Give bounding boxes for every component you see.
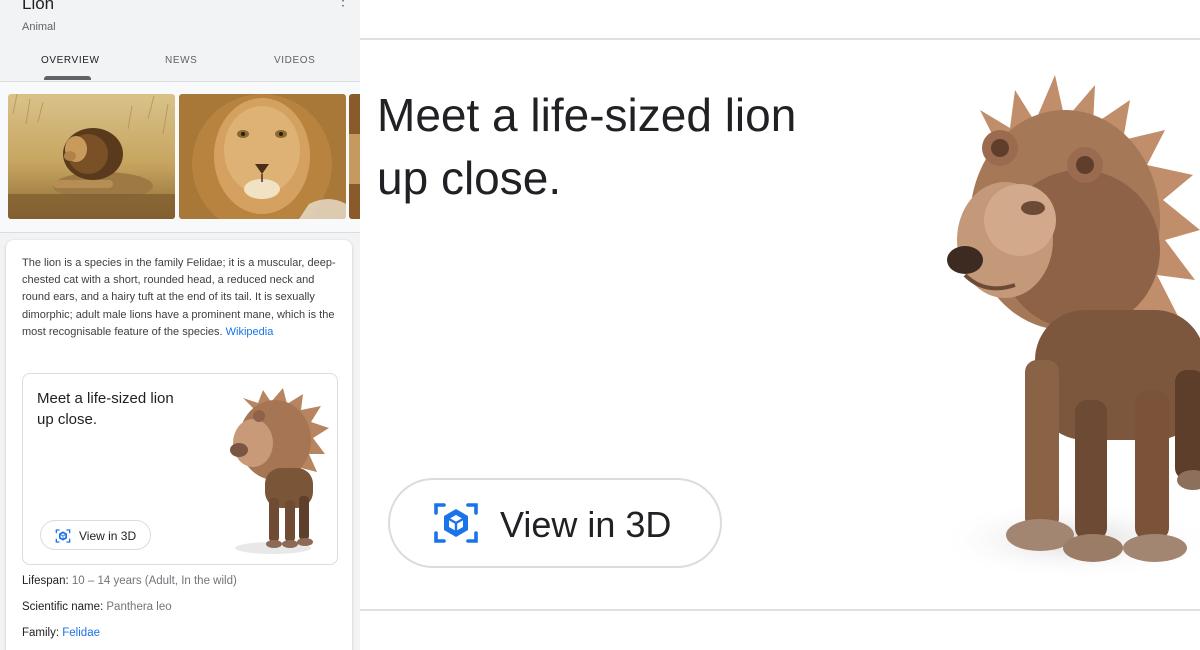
entity-title: Lion — [22, 0, 55, 13]
description-text: The lion is a species in the family Feli… — [22, 257, 336, 338]
ar-heading: Meet a life-sized lion up close. — [37, 390, 174, 428]
search-result-panel: Lion Animal ⋮ OVERVIEW NEWS VIDEOS The l… — [0, 0, 360, 650]
view-in-3d-button-large[interactable]: View in 3D — [388, 478, 722, 568]
ar-preview-card[interactable]: Meet a life-sized lion up close. View in… — [22, 373, 338, 565]
tab-selected-indicator — [44, 76, 91, 80]
entity-description: The lion is a species in the family Feli… — [22, 255, 342, 341]
fact-label: Scientific name: — [22, 601, 104, 613]
view-in-3d-button[interactable]: View in 3D — [40, 520, 151, 550]
divider — [360, 38, 1200, 40]
knowledge-panel-header: Lion Animal ⋮ OVERVIEW NEWS VIDEOS — [0, 0, 360, 82]
zoomed-ar-card: Meet a life-sized lion up close. View in… — [360, 0, 1200, 650]
ar-cube-icon — [434, 503, 478, 543]
overview-card: The lion is a species in the family Feli… — [6, 240, 352, 650]
view-in-3d-label-large: View in 3D — [500, 504, 672, 545]
wikipedia-link[interactable]: Wikipedia — [226, 326, 274, 338]
ar-cube-icon — [55, 529, 71, 543]
lion-3d-model-image-large — [935, 75, 1200, 580]
entity-subtitle: Animal — [22, 21, 56, 33]
tab-news[interactable]: NEWS — [165, 55, 197, 66]
more-vert-icon[interactable]: ⋮ — [336, 0, 350, 9]
lion-3d-model-image — [230, 388, 329, 554]
fact-label: Family: — [22, 627, 60, 639]
divider — [0, 232, 360, 233]
lion-lying-photo[interactable] — [8, 94, 175, 219]
fact-family: Family: Felidae — [22, 627, 100, 639]
view-in-3d-label: View in 3D — [79, 529, 137, 543]
divider — [360, 609, 1200, 611]
family-link[interactable]: Felidae — [62, 627, 100, 639]
ar-heading-large: Meet a life-sized lion up close. — [377, 89, 797, 204]
tab-videos[interactable]: VIDEOS — [274, 55, 315, 66]
image-carousel[interactable] — [0, 82, 360, 232]
fact-label: Lifespan: — [22, 575, 69, 587]
fact-lifespan: Lifespan: 10 – 14 years (Adult, In the w… — [22, 575, 237, 587]
lion-photo-partial[interactable] — [349, 94, 360, 219]
fact-scientific-name: Scientific name: Panthera leo — [22, 601, 172, 613]
tab-overview[interactable]: OVERVIEW — [41, 55, 100, 66]
fact-value: 10 – 14 years (Adult, In the wild) — [71, 575, 237, 587]
fact-value: Panthera leo — [106, 601, 172, 613]
lion-face-photo[interactable] — [179, 94, 346, 219]
